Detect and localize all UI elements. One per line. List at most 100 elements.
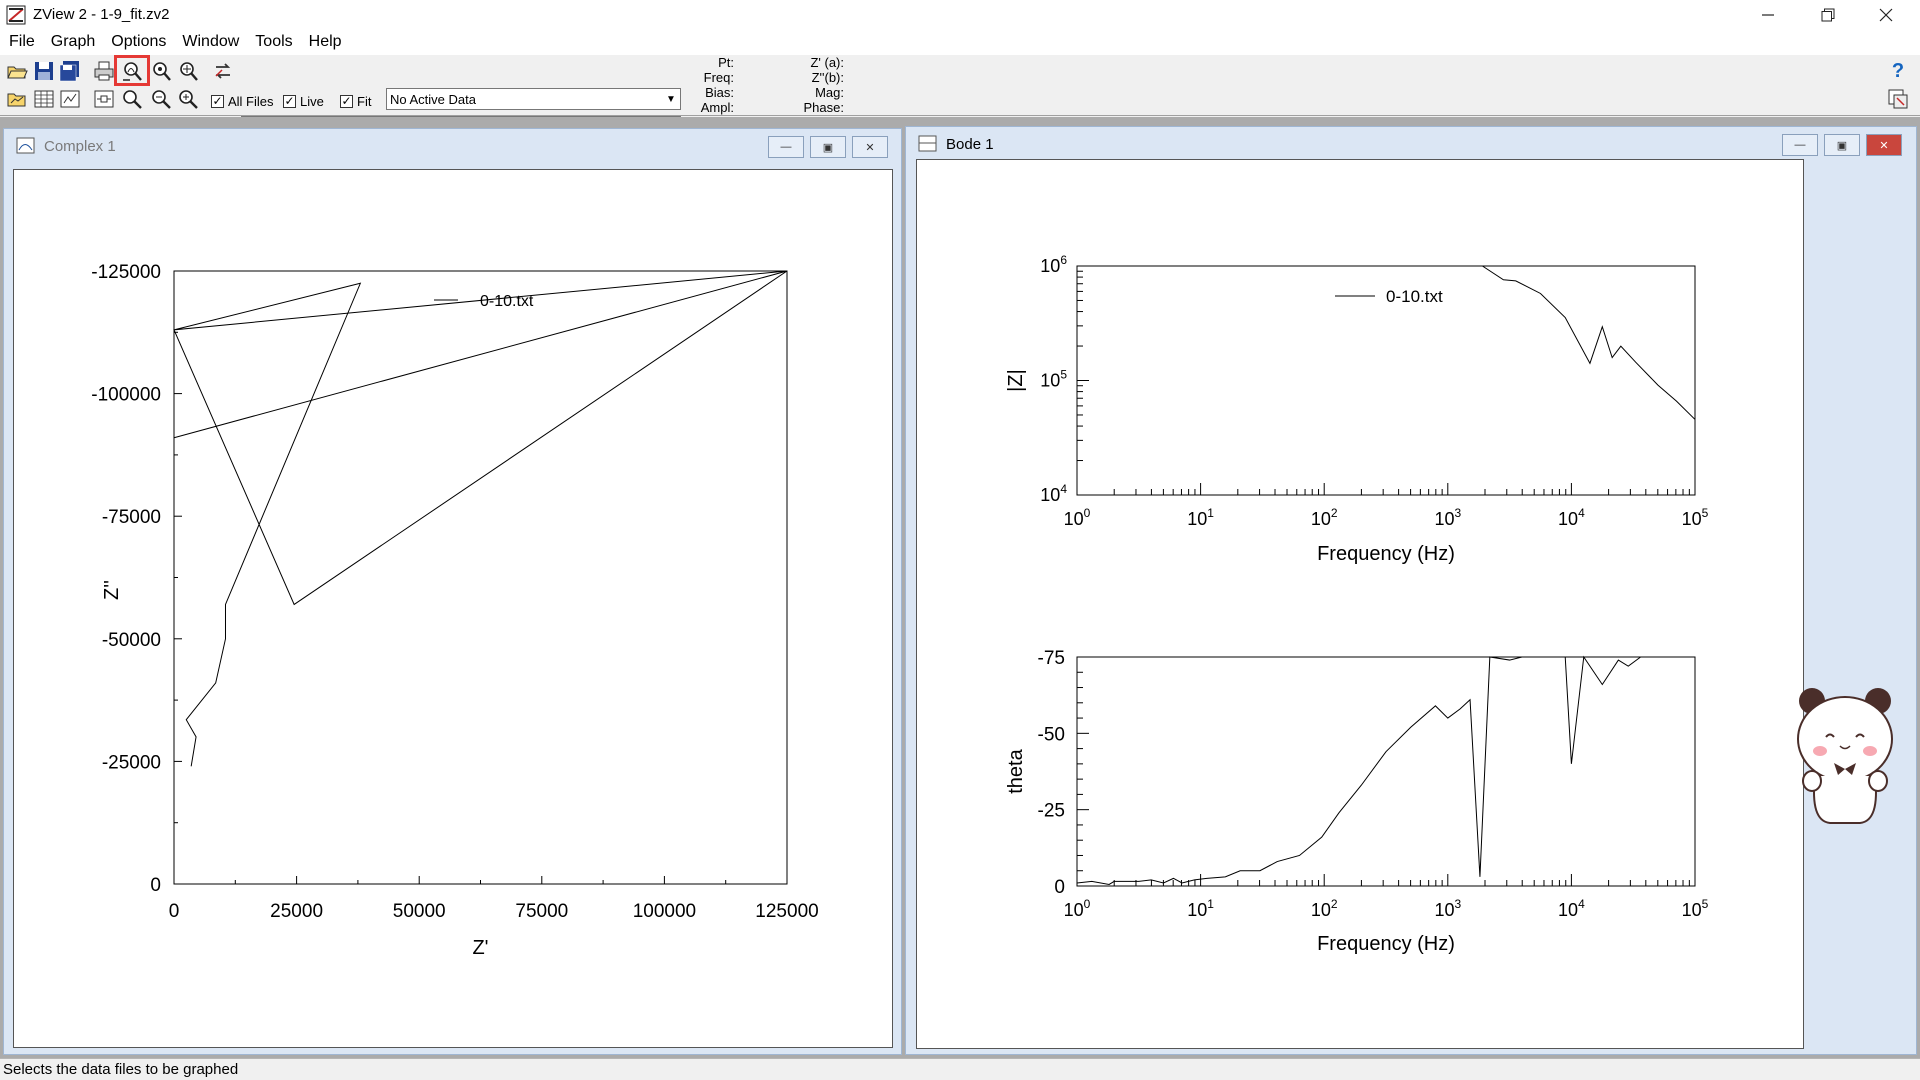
zoom-fit-button[interactable] — [176, 87, 200, 111]
bode-minimize-button[interactable]: — — [1782, 134, 1818, 156]
minimize-icon — [1762, 13, 1774, 16]
window-title: ZView 2 - 1-9_fit.zv2 — [33, 6, 170, 23]
y-tick-label: 0 — [1054, 877, 1065, 898]
bode-plot: 100 101 102 103 104 105 104 105 106 Frequency (Hz… — [1005, 253, 1709, 955]
phase-x-axis-label: Frequency (Hz) — [1317, 933, 1455, 955]
close-button[interactable] — [1858, 0, 1914, 29]
bias-label: Bias: — [705, 85, 734, 100]
y-tick-label: 104 — [1040, 482, 1067, 505]
legend-label: 0-10.txt — [480, 293, 534, 310]
menu-tools[interactable]: Tools — [255, 33, 292, 51]
x-tick-label: 125000 — [755, 901, 818, 922]
check-icon: ✓ — [340, 94, 353, 108]
y-tick-label: 0 — [150, 875, 161, 896]
check-icon: ✓ — [211, 94, 224, 108]
x-tick-label: 100000 — [633, 901, 696, 922]
magnitude-series-line — [1482, 265, 1696, 420]
complex-series-line — [173, 270, 788, 767]
y-tick-label: 105 — [1040, 368, 1067, 391]
bode-maximize-button[interactable]: ▣ — [1824, 134, 1860, 156]
zview-app-icon — [6, 5, 26, 24]
open-folder-icon — [7, 66, 28, 79]
new-graph-button[interactable] — [58, 87, 82, 111]
fit-checkbox[interactable]: ✓ Fit — [340, 94, 371, 109]
complex-maximize-button[interactable]: ▣ — [810, 136, 846, 158]
freq-label: Freq: — [703, 70, 734, 85]
x-tick-label: 101 — [1187, 897, 1214, 920]
x-tick-label: 103 — [1434, 897, 1461, 920]
x-tick-label: 75000 — [515, 901, 568, 922]
context-help-icon — [1888, 89, 1908, 109]
save-all-icon — [59, 61, 79, 82]
zoom-out-icon — [152, 90, 171, 109]
live-checkbox[interactable]: ✓ Live — [283, 94, 324, 109]
complex-close-button[interactable]: ✕ — [852, 136, 888, 158]
open-button[interactable] — [5, 59, 29, 83]
x-tick-label: 102 — [1311, 897, 1338, 920]
x-tick-label: 101 — [1187, 506, 1214, 529]
save-disk-icon — [35, 62, 53, 80]
bode-window: Bode 1 — ▣ ✕ 100 101 102 103 104 105 104 105 106… — [905, 126, 1917, 1055]
maximize-icon: ▣ — [1836, 139, 1848, 152]
menu-options[interactable]: Options — [111, 33, 166, 51]
status-bar: Selects the data files to be graphed — [0, 1058, 1920, 1080]
close-icon: ✕ — [1879, 139, 1889, 152]
phase-label: Phase: — [803, 100, 844, 115]
menu-help[interactable]: Help — [309, 33, 342, 51]
x-axis-label: Z' — [472, 937, 488, 959]
swap-arrows-icon — [215, 63, 231, 79]
zoom-in-icon — [123, 90, 142, 109]
x-tick-label: 25000 — [270, 901, 323, 922]
y-axis-label: Z'' — [101, 580, 123, 600]
check-icon: ✓ — [283, 94, 296, 108]
y-tick-label: -50 — [1038, 724, 1065, 745]
zb-label: Z''(b): — [811, 70, 844, 85]
zoom-all-button[interactable] — [176, 59, 200, 83]
x-tick-label: 103 — [1434, 506, 1461, 529]
x-tick-label: 100 — [1064, 897, 1091, 920]
complex-window-titlebar[interactable]: Complex 1 — ▣ ✕ — [4, 129, 901, 163]
ampl-label: Ampl: — [700, 100, 734, 115]
active-data-dropdown[interactable]: No Active Data ▼ — [386, 88, 681, 110]
minimize-button[interactable] — [1740, 0, 1796, 29]
minimize-icon: — — [780, 141, 792, 153]
readout-labels-right: Z' (a): Z''(b): Mag: Phase: — [780, 55, 844, 115]
data-table-button[interactable] — [32, 87, 56, 111]
complex-window-title: Complex 1 — [44, 137, 116, 155]
menu-file[interactable]: File — [9, 33, 35, 51]
x-tick-label: 104 — [1558, 897, 1585, 920]
complex-plot-canvas: 0 25000 50000 75000 100000 125000 -125000 -1000… — [13, 169, 893, 1048]
legend-label: 0-10.txt — [1386, 287, 1443, 306]
undo-button[interactable] — [211, 59, 235, 83]
restore-button[interactable] — [1800, 0, 1856, 29]
zoom-data-button[interactable] — [149, 59, 173, 83]
help-button[interactable]: ? — [1886, 59, 1910, 83]
restore-icon — [1821, 8, 1835, 21]
menu-window[interactable]: Window — [182, 33, 239, 51]
save-all-button[interactable] — [58, 59, 82, 83]
bode-window-titlebar[interactable]: Bode 1 — ▣ ✕ — [906, 127, 1916, 161]
save-button[interactable] — [32, 59, 56, 83]
context-help-button[interactable] — [1886, 87, 1910, 111]
bode-close-button[interactable]: ✕ — [1866, 134, 1902, 156]
zoom-out-button[interactable] — [149, 87, 173, 111]
x-tick-label: 102 — [1311, 506, 1338, 529]
menu-graph[interactable]: Graph — [51, 33, 95, 51]
y-tick-label: -25000 — [102, 752, 161, 773]
y-tick-label: -50000 — [102, 630, 161, 651]
readout-labels-left: Pt: Freq: Bias: Ampl: — [680, 55, 734, 115]
zoom-in-button[interactable] — [120, 87, 144, 111]
magnifier-graph-icon — [153, 62, 171, 81]
all-files-label: All Files — [228, 94, 274, 109]
y-tick-label: -25 — [1038, 801, 1065, 822]
complex-minimize-button[interactable]: — — [768, 136, 804, 158]
toolbar: ◀ ▶ ✓All Files ✓Live ✓Fit No Active Data… — [0, 55, 1920, 135]
all-files-checkbox[interactable]: ✓ All Files — [211, 94, 274, 109]
phase-series-line — [1076, 655, 1641, 885]
print-button[interactable] — [92, 59, 116, 83]
fit-label: Fit — [357, 94, 372, 109]
equivalent-circuit-button[interactable] — [92, 87, 116, 111]
y-tick-label: -75000 — [102, 507, 161, 528]
open-graph-button[interactable] — [5, 87, 29, 111]
pt-label: Pt: — [718, 55, 734, 70]
